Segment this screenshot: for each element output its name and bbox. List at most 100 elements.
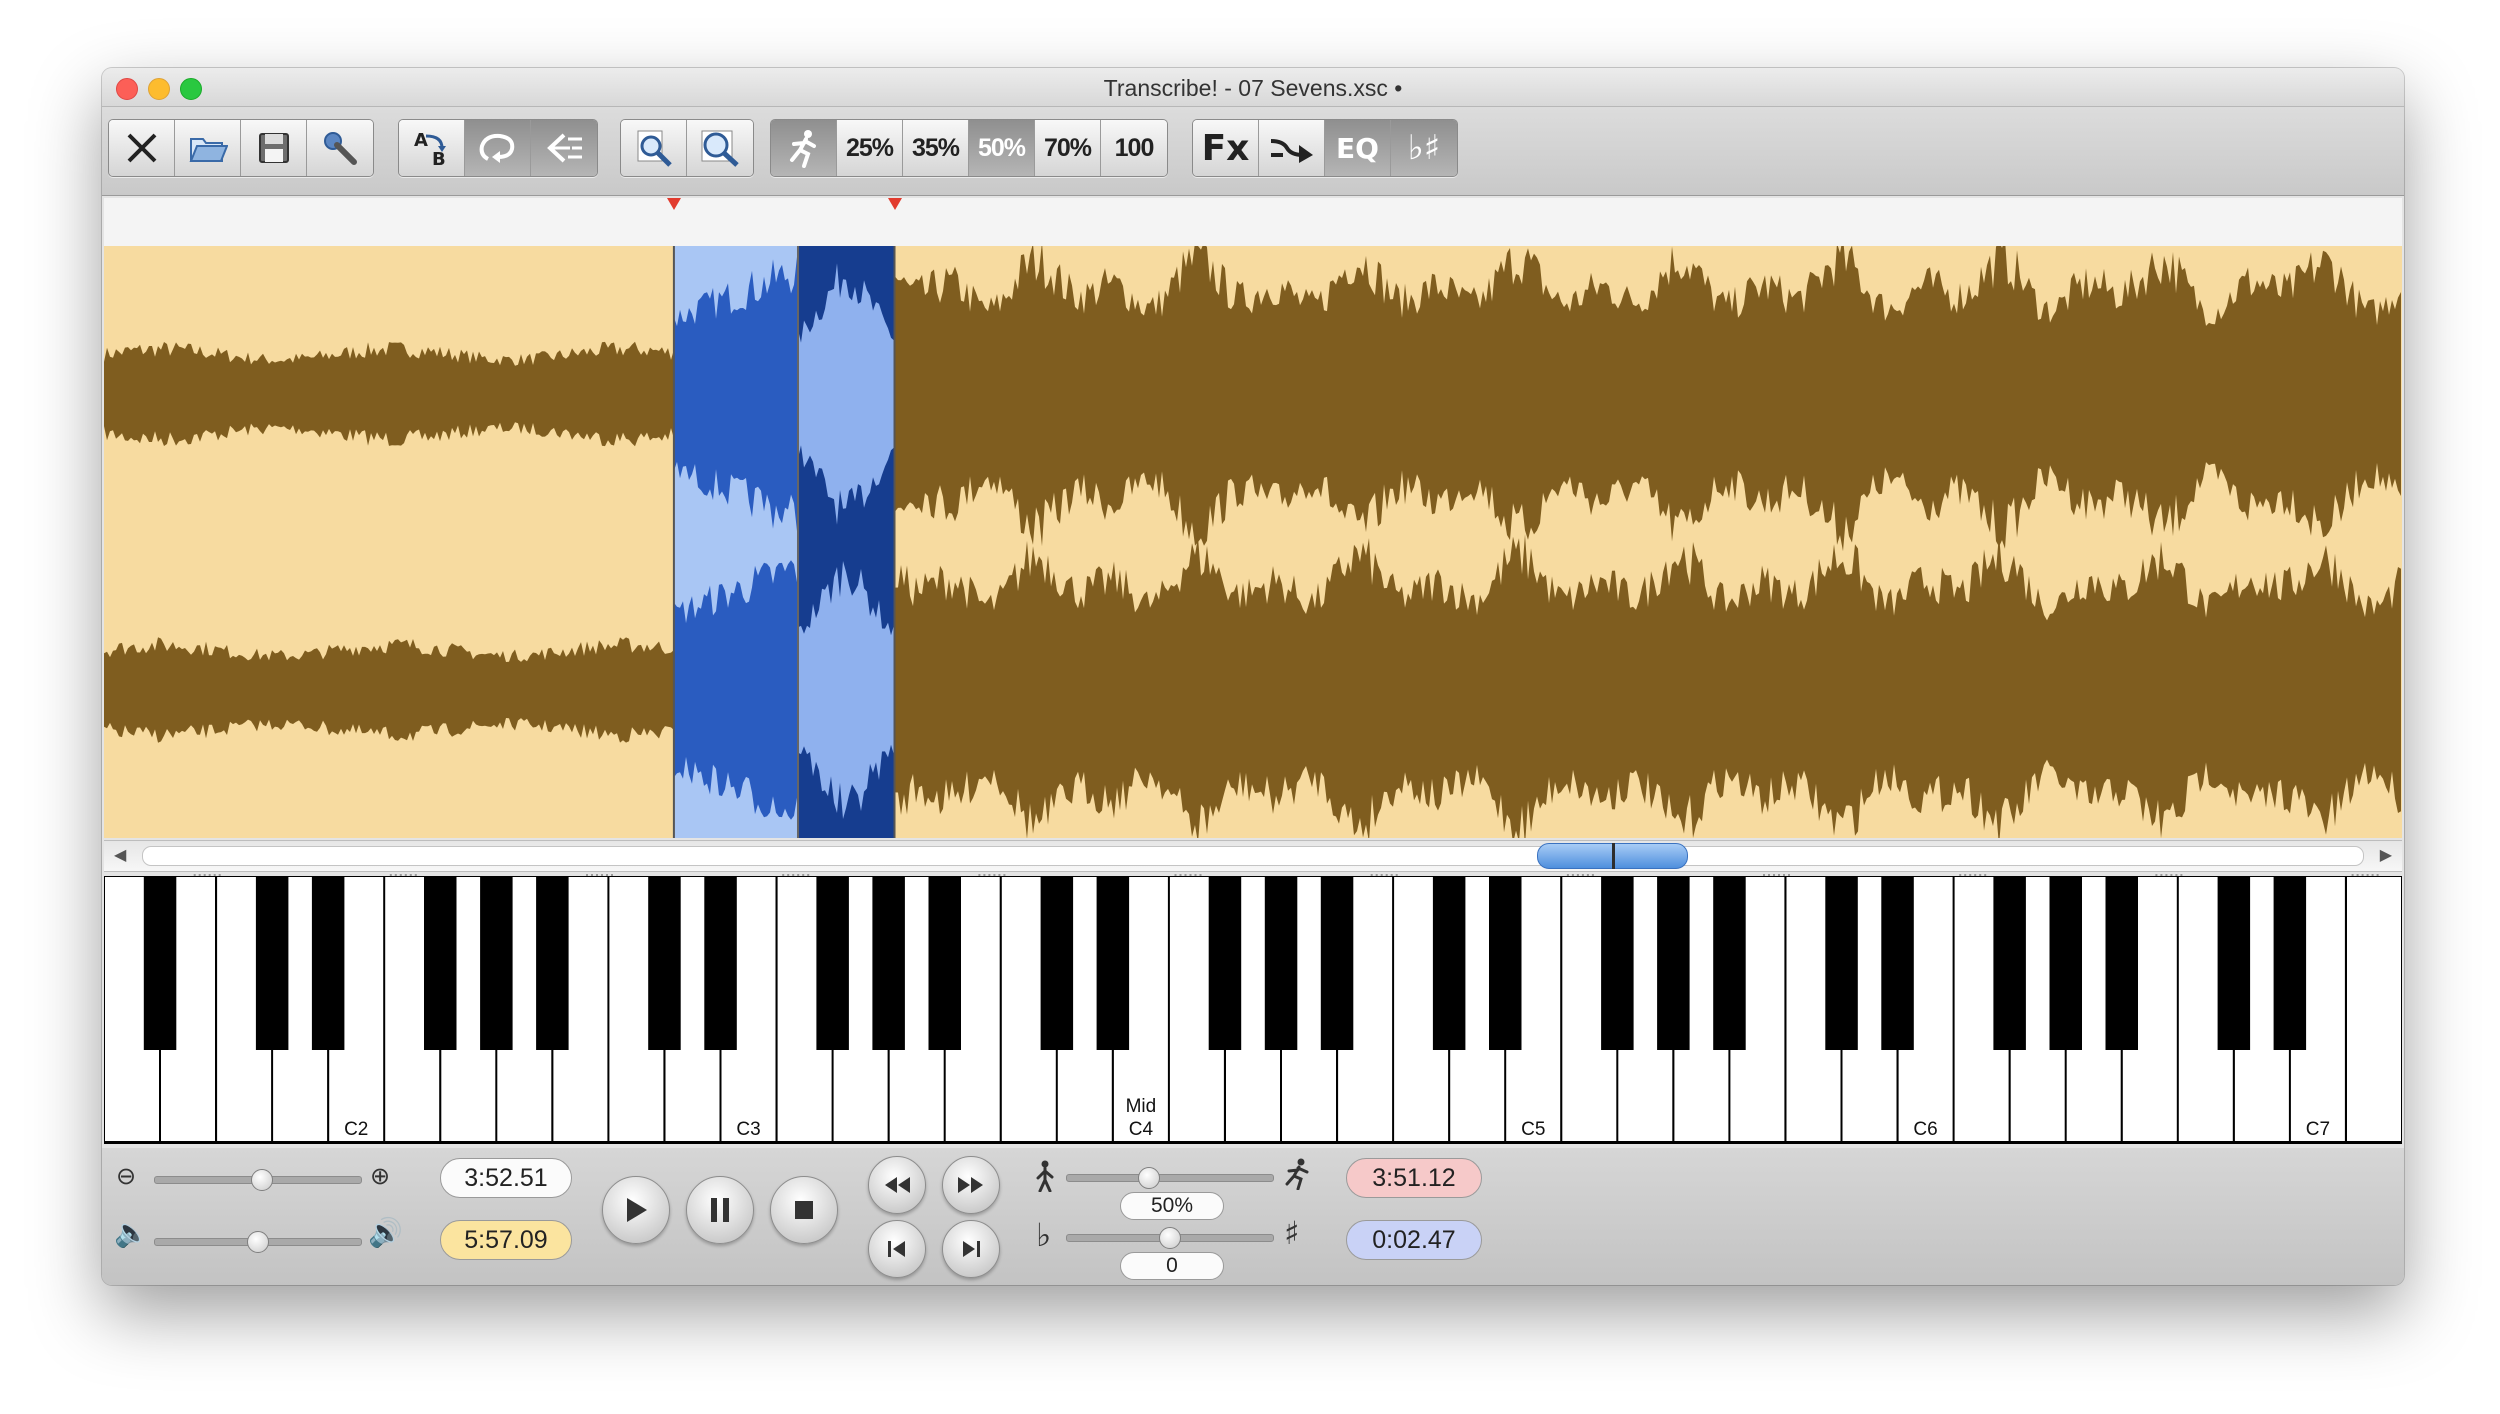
title-bar: Transcribe! - 07 Sevens.xsc • [102,68,2404,107]
speed-slider-track[interactable] [1066,1174,1274,1182]
piano-white-key[interactable] [2347,877,2401,1141]
app-window: Transcribe! - 07 Sevens.xsc • AB 25% 35%… [102,68,2404,1285]
piano-black-key[interactable] [1208,876,1242,1050]
open-file-button[interactable] [175,120,241,176]
volume-slider-knob[interactable] [247,1231,269,1253]
skip-to-start-button[interactable] [868,1220,926,1278]
total-time-display[interactable]: 5:57.09 [440,1220,572,1260]
piano-black-key[interactable] [1881,876,1914,1050]
speed-preset-50[interactable]: 50% [969,120,1035,176]
running-man-icon[interactable] [1282,1158,1312,1190]
piano-black-key[interactable] [2049,876,2083,1050]
piano-black-key[interactable] [424,876,457,1050]
pitch-value-display[interactable]: 0 [1120,1252,1224,1280]
pitch-slider-knob[interactable] [1159,1227,1181,1249]
piano-black-key[interactable] [816,876,849,1050]
piano-black-key[interactable] [1040,876,1074,1050]
piano-black-key[interactable] [1432,876,1466,1050]
piano-black-key[interactable] [2105,876,2139,1050]
play-button[interactable] [602,1176,670,1244]
speed-slider-knob[interactable] [1138,1167,1161,1189]
piano-black-key[interactable] [1993,876,2026,1050]
zoom-in-button[interactable] [621,120,687,176]
selection-length-display[interactable]: 0:02.47 [1346,1220,1482,1260]
key-label: C4 [1129,1119,1154,1140]
pause-button[interactable] [686,1176,754,1244]
skip-to-end-button[interactable] [942,1220,1000,1278]
pitch-button[interactable]: ♭♯ [1391,120,1457,176]
flat-icon[interactable]: ♭ [1036,1216,1051,1254]
selection-start-display[interactable]: 3:51.12 [1346,1158,1482,1198]
scroll-left-arrow-icon[interactable]: ◀ [114,845,126,865]
save-file-button[interactable] [241,120,307,176]
piano-black-key[interactable] [648,876,681,1050]
loop-start-marker[interactable] [666,198,681,210]
fx-toolbar-group: Fx EQ ♭♯ [1192,119,1458,177]
piano-black-key[interactable] [255,876,289,1050]
return-to-start-button[interactable] [531,120,597,176]
piano-black-key[interactable] [1489,876,1522,1050]
close-file-button[interactable] [109,120,175,176]
speaker-high-icon[interactable]: 🔊 [368,1216,403,1249]
loop-icon [479,133,514,163]
speed-preset-70[interactable]: 70% [1035,120,1101,176]
time-ruler[interactable] [104,198,2402,246]
piano-black-key[interactable] [872,876,905,1050]
speed-preset-100[interactable]: 100 [1101,120,1167,176]
preferences-button[interactable] [307,120,373,176]
transport-controls: ⊖ ⊕ 🔈 🔊 3:52.51 5:57.09 50% ♭ ♯ 0 3:51.1… [102,1148,2404,1285]
piano-black-key[interactable] [2273,876,2307,1050]
piano-black-key[interactable] [1601,876,1634,1050]
toolbar: AB 25% 35% 50% 70% 100 Fx EQ ♭♯ [102,107,2404,196]
walking-man-icon[interactable] [1034,1160,1056,1192]
zoom-out-icon[interactable]: ⊖ [116,1162,136,1190]
piano-black-key[interactable] [311,876,345,1050]
current-time-display[interactable]: 3:52.51 [440,1158,572,1198]
piano-black-key[interactable] [2217,876,2251,1050]
scroll-thumb[interactable] [1537,843,1689,869]
loop-end-marker[interactable] [887,198,902,210]
floppy-disk-icon [258,133,289,163]
horizontal-scrollbar[interactable]: ◀ ▶ [104,840,2402,872]
stop-button[interactable] [770,1176,838,1244]
speed-value-display[interactable]: 50% [1120,1192,1224,1220]
fx-button[interactable]: Fx [1193,120,1259,176]
key-label: C3 [736,1119,760,1140]
magnifier-rect-icon [701,130,739,167]
tempo-button[interactable] [1259,120,1325,176]
rewind-button[interactable] [868,1156,926,1214]
speed-preset-25[interactable]: 25% [837,120,903,176]
piano-black-key[interactable] [1657,876,1690,1050]
piano-black-key[interactable] [143,876,177,1050]
piano-black-key[interactable] [480,876,513,1050]
waveform-channel-pre-2 [104,637,674,743]
ab-loop-button[interactable]: AB [399,120,465,176]
piano-black-key[interactable] [704,876,737,1050]
zoom-fit-button[interactable] [687,120,753,176]
sharp-icon[interactable]: ♯ [1284,1214,1299,1252]
piano-black-key[interactable] [1713,876,1746,1050]
piano-black-key[interactable] [1320,876,1354,1050]
piano-black-key[interactable] [1096,876,1130,1050]
piano-black-key[interactable] [1264,876,1298,1050]
eq-button[interactable]: EQ [1325,120,1391,176]
speed-preset-35[interactable]: 35% [903,120,969,176]
scroll-right-arrow-icon[interactable]: ▶ [2380,845,2392,865]
rewind-icon [885,1177,910,1193]
pause-icon [711,1198,729,1222]
zoom-slider-knob[interactable] [251,1169,274,1191]
piano-keyboard[interactable]: C2 C3 MidC4 C5 C6 C7 [104,876,2402,1144]
waveform-view[interactable] [104,246,2402,838]
fast-forward-button[interactable] [942,1156,1000,1214]
piano-black-key[interactable] [928,876,962,1050]
piano-black-key[interactable] [536,876,569,1050]
loop-button[interactable] [465,120,531,176]
key-label: C5 [1521,1119,1545,1140]
key-label: Mid [1126,1096,1157,1117]
scroll-track[interactable] [142,846,2364,866]
speed-preset-toggle[interactable] [771,120,837,176]
flat-sharp-icon: ♭♯ [1407,128,1441,168]
piano-black-key[interactable] [1825,876,1858,1050]
speaker-low-icon[interactable]: 🔈 [114,1216,149,1249]
zoom-in-icon[interactable]: ⊕ [370,1162,390,1190]
